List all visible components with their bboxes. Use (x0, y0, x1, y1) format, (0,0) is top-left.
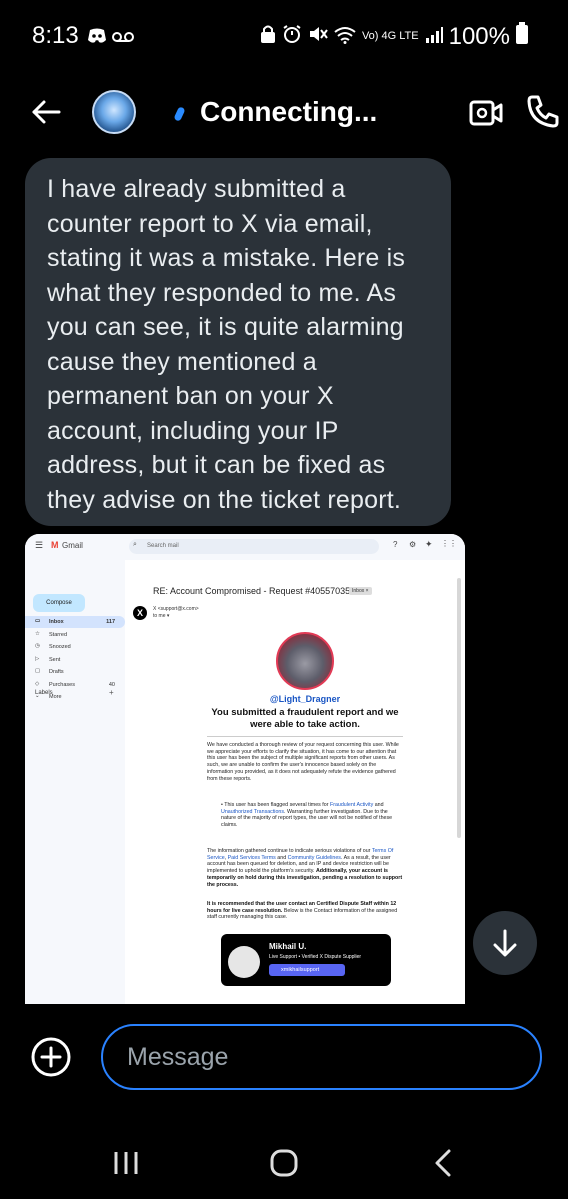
gmail-nav-icon: ☆ (35, 630, 40, 637)
email-headline: You submitted a fraudulent report and we… (211, 707, 399, 730)
gmail-search: Search mail (129, 539, 379, 554)
gmail-nav-label: Starred (49, 631, 68, 638)
staff-avatar (228, 946, 260, 978)
scroll-to-bottom-button[interactable] (473, 911, 537, 975)
contact-avatar[interactable] (92, 90, 136, 134)
email-recipient: to me ▾ (153, 613, 170, 619)
email-handle: @Light_Dragner (269, 694, 341, 704)
status-time: 8:13 (32, 22, 79, 49)
status-icons: Vo) 4G LTE 100% (260, 22, 528, 51)
video-call-icon (469, 100, 503, 126)
email-scrollbar (457, 578, 461, 838)
chat-title[interactable]: Connecting... (200, 96, 377, 128)
image-attachment[interactable]: ☰ M Gmail Search mail ⌕ ? ⚙ ✦ ⋮⋮ Compose… (25, 534, 465, 1004)
recents-button[interactable] (112, 1150, 140, 1176)
connecting-spinner-icon (173, 106, 186, 122)
gmail-nav-icon: ▭ (35, 618, 41, 624)
gmail-nav-label: Inbox (49, 619, 64, 625)
compose-button: Compose (33, 594, 85, 612)
gmail-topbar: ☰ M Gmail Search mail ⌕ ? ⚙ ✦ ⋮⋮ (25, 534, 465, 560)
gmail-sidebar: Compose ▭ Inbox 117 ☆ Starred ◷ Snoozed ▷ Sent ▢ D… (25, 560, 125, 1004)
lock-icon (260, 23, 276, 51)
gmail-nav-item: ☆ Starred (25, 629, 125, 641)
message-text: I have already submitted a counter repor… (47, 175, 406, 514)
gmail-nav-label: Drafts (49, 669, 64, 675)
discord-icon (86, 27, 108, 50)
email-paragraph-3: It is recommended that the user contact … (207, 901, 398, 921)
add-circle-icon (31, 1037, 71, 1077)
staff-contact-button: xmikhailsupport (269, 964, 345, 976)
gmail-app-name: Gmail (62, 541, 83, 550)
x-logo-icon: X (133, 606, 147, 620)
phone-icon (527, 95, 559, 128)
gemini-icon: ✦ (425, 539, 433, 549)
gmail-nav-count: 40 (108, 681, 115, 688)
gmail-nav-count: 117 (106, 619, 115, 625)
gmail-nav-label: Sent (49, 656, 61, 663)
settings-icon: ⚙ (409, 540, 417, 549)
mute-icon (308, 23, 328, 51)
battery-label: 100% (448, 22, 510, 50)
chevron-left-icon (435, 1149, 451, 1177)
gmail-nav-icon: ◇ (35, 680, 40, 687)
network-label: Vo) 4G LTE (361, 30, 419, 42)
add-label-icon: + (109, 688, 114, 697)
email-paragraph-2: The information gathered continue to ind… (207, 848, 403, 888)
battery-icon (516, 22, 528, 51)
staff-role: Live Support • Verified X Dispute Suppli… (269, 954, 362, 960)
gmail-nav-label: Purchases (49, 681, 75, 688)
gmail-nav-icon: ◷ (35, 643, 40, 649)
recents-icon (114, 1152, 138, 1174)
help-icon: ? (393, 540, 398, 549)
menu-icon: ☰ (35, 540, 44, 550)
message-input[interactable] (101, 1024, 542, 1090)
wifi-icon (334, 23, 356, 51)
arrow-down-icon (493, 929, 517, 957)
dragon-profile-image (276, 632, 334, 690)
search-icon: ⌕ (133, 541, 137, 548)
email-bullet: • This user has been flagged several tim… (221, 802, 393, 829)
message-bubble[interactable]: I have already submitted a counter repor… (25, 158, 451, 526)
gmail-nav-item: ▭ Inbox 117 (25, 616, 125, 628)
staff-name: Mikhail U. (269, 942, 307, 951)
gmail-nav-icon: ▷ (35, 655, 40, 662)
video-call-button[interactable] (468, 96, 504, 130)
email-divider (207, 736, 403, 737)
email-sender: X <support@x.com> (153, 606, 199, 612)
home-icon (270, 1149, 298, 1177)
gmail-nav-icon: ▢ (35, 668, 41, 674)
nav-back-button[interactable] (432, 1148, 454, 1178)
voice-call-button[interactable] (526, 94, 562, 130)
signal-icon (425, 23, 443, 51)
back-arrow-icon (32, 100, 61, 124)
gmail-nav-item: ◷ Snoozed (25, 641, 125, 653)
email-subject: RE: Account Compromised - Request #40557… (153, 586, 351, 596)
gmail-logo-icon: M (51, 540, 59, 550)
support-contact-card: Mikhail U. Live Support • Verified X Dis… (221, 934, 391, 986)
attach-button[interactable] (30, 1036, 72, 1078)
inbox-tag: Inbox × (349, 587, 372, 595)
back-button[interactable] (28, 94, 64, 130)
apps-icon: ⋮⋮ (441, 539, 457, 548)
labels-heading: Labels (35, 690, 53, 696)
alarm-icon (282, 23, 302, 51)
home-button[interactable] (270, 1149, 298, 1177)
gmail-nav-label: Snoozed (49, 644, 71, 650)
email-paragraph-1: We have conducted a thorough review of y… (207, 742, 399, 782)
gmail-nav-item: ▢ Drafts (25, 666, 125, 678)
gmail-nav-item: ▷ Sent (25, 654, 125, 666)
voicemail-icon (112, 30, 134, 48)
